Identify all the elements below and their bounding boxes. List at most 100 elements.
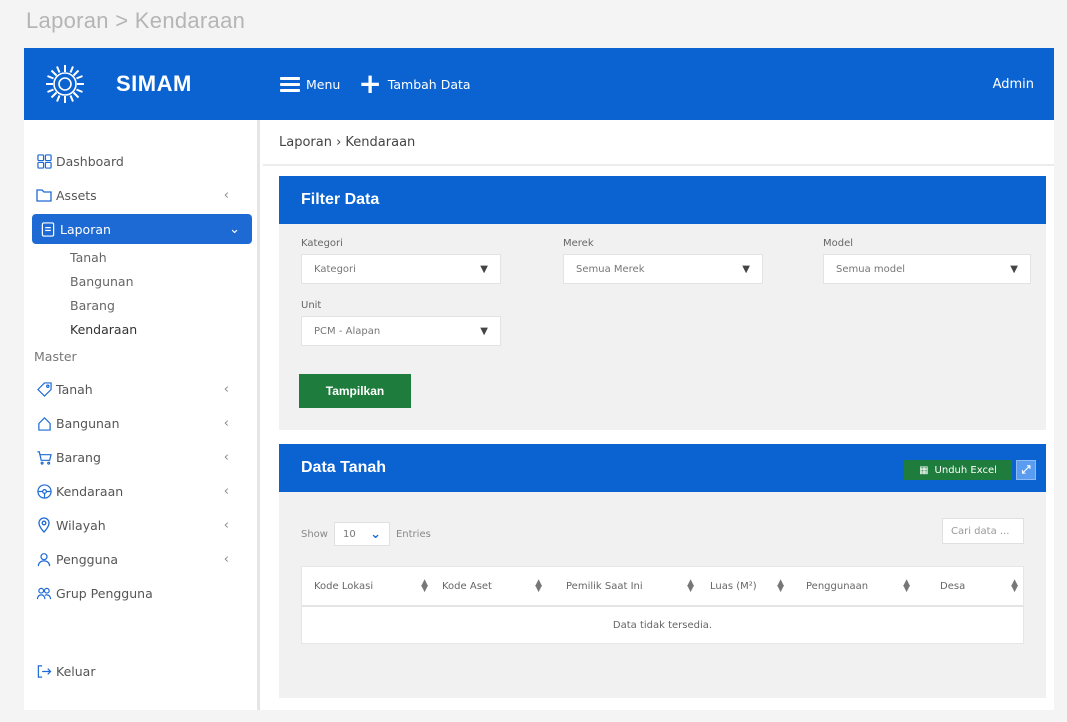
- model-select[interactable]: Semua model ▼: [823, 254, 1031, 284]
- caret-down-icon: ▼: [480, 325, 488, 337]
- sidebar-item-label: Kendaraan: [56, 483, 124, 499]
- app-window: SIMAM Menu + Tambah Data Admin Dashboard: [24, 48, 1054, 710]
- top-bar: Menu + Tambah Data Admin: [260, 48, 1054, 120]
- column-header-kode-aset[interactable]: Kode Aset ▲ ▼: [432, 578, 546, 594]
- filter-card-title: Filter Data: [279, 176, 1046, 224]
- kategori-value: Kategori: [314, 263, 356, 275]
- sidebar: Dashboard Assets ‹ Laporan ⌄ Tanah Bangu…: [24, 120, 260, 710]
- menu-label: Menu: [306, 76, 341, 92]
- chevron-left-icon: ‹: [223, 415, 229, 431]
- column-label: Pemilik Saat Ini: [566, 580, 643, 592]
- location-pin-icon: [36, 517, 52, 533]
- empty-table-message: Data tidak tersedia.: [612, 619, 713, 631]
- column-header-desa[interactable]: Desa ▲ ▼: [914, 579, 1022, 594]
- sidebar-subitem-barang[interactable]: Barang: [24, 294, 257, 318]
- sidebar-item-label: Laporan: [60, 221, 111, 237]
- data-card-title: Data Tanah: [301, 459, 387, 476]
- caret-down-icon: ▼: [1010, 263, 1018, 275]
- chevron-left-icon: ‹: [223, 551, 229, 567]
- sidebar-item-label: Assets: [56, 187, 97, 203]
- column-header-pemilik[interactable]: Pemilik Saat Ini ▲ ▼: [546, 578, 698, 594]
- folder-icon: [36, 187, 52, 203]
- sidebar-item-wilayah[interactable]: Wilayah ‹: [24, 508, 257, 542]
- dashboard-icon: [36, 153, 52, 169]
- column-header-penggunaan[interactable]: Penggunaan ▲ ▼: [788, 578, 914, 594]
- unit-value: PCM - Alapan: [314, 325, 381, 337]
- chevron-left-icon: ‹: [223, 483, 229, 499]
- column-header-luas[interactable]: Luas (M²) ▲ ▼: [698, 578, 788, 594]
- sidebar-subitem-kendaraan[interactable]: Kendaraan: [24, 318, 257, 342]
- caret-down-icon: ▼: [742, 263, 750, 275]
- download-excel-label: Unduh Excel: [934, 464, 997, 476]
- merek-select[interactable]: Semua Merek ▼: [563, 254, 763, 284]
- sidebar-item-dashboard[interactable]: Dashboard: [24, 144, 257, 178]
- sidebar-item-pengguna[interactable]: Pengguna ‹: [24, 542, 257, 576]
- sort-icon: ▲ ▼: [421, 578, 428, 594]
- users-icon: [36, 585, 52, 601]
- unit-label: Unit: [301, 300, 322, 311]
- sort-icon: ▲ ▼: [903, 578, 910, 594]
- sort-icon: ▲ ▼: [687, 578, 694, 594]
- sort-icon: ▲ ▼: [535, 578, 542, 594]
- chevron-down-icon: ⌄: [229, 221, 240, 237]
- sidebar-item-label: Wilayah: [56, 517, 106, 533]
- unit-select[interactable]: PCM - Alapan ▼: [301, 316, 501, 346]
- sidebar-item-label: Dashboard: [56, 153, 124, 169]
- sidebar-item-tanah[interactable]: Tanah ‹: [24, 372, 257, 406]
- page-length-select[interactable]: 10 ⌄: [333, 522, 390, 546]
- column-label: Luas (M²): [710, 580, 757, 592]
- model-value: Semua model: [836, 263, 906, 275]
- emblem-icon: [46, 65, 84, 103]
- report-icon: [40, 221, 56, 237]
- sidebar-item-kendaraan[interactable]: Kendaraan ‹: [24, 474, 257, 508]
- filter-card: Filter Data Kategori Kategori ▼ Merek Se…: [279, 176, 1046, 430]
- chevron-left-icon: ‹: [223, 449, 229, 465]
- expand-button[interactable]: ⤢: [1016, 460, 1036, 480]
- column-label: Kode Aset: [442, 580, 492, 592]
- merek-value: Semua Merek: [576, 263, 645, 275]
- add-data-button[interactable]: + Tambah Data: [358, 67, 471, 100]
- column-label: Penggunaan: [806, 580, 869, 592]
- breadcrumb: Laporan › Kendaraan: [263, 120, 1054, 166]
- sidebar-subitem-bangunan[interactable]: Bangunan: [24, 270, 257, 294]
- page-length-value: 10: [342, 528, 356, 540]
- kategori-select[interactable]: Kategori ▼: [301, 254, 501, 284]
- add-data-label: Tambah Data: [387, 76, 471, 92]
- sidebar-subitem-tanah[interactable]: Tanah: [24, 246, 257, 270]
- cart-icon: [36, 449, 52, 465]
- column-label: Desa: [940, 580, 966, 592]
- data-table: Kode Lokasi ▲ ▼ Kode Aset ▲ ▼ Pemilik Saat…: [301, 566, 1024, 644]
- section-label-master: Master: [34, 349, 77, 364]
- hamburger-icon: [280, 77, 300, 92]
- user-icon: [36, 551, 52, 567]
- menu-button[interactable]: Menu: [280, 77, 340, 92]
- sidebar-item-label: Barang: [56, 449, 101, 465]
- expand-icon: ⤢: [1021, 463, 1031, 476]
- show-label: Show: [301, 528, 328, 540]
- page-length-control: Show 10 ⌄ Entries: [301, 522, 431, 546]
- chevron-left-icon: ‹: [223, 517, 229, 533]
- sort-icon: ▲ ▼: [777, 578, 784, 594]
- brand-name: SIMAM: [116, 71, 192, 96]
- sidebar-item-laporan[interactable]: Laporan ⌄: [32, 214, 252, 244]
- caret-down-icon: ▼: [480, 263, 488, 275]
- steering-wheel-icon: [36, 483, 52, 499]
- page-caption: Laporan > Kendaraan: [26, 8, 246, 33]
- kategori-label: Kategori: [301, 238, 343, 249]
- sidebar-item-bangunan[interactable]: Bangunan ‹: [24, 406, 257, 440]
- download-excel-button[interactable]: ▦ Unduh Excel: [904, 460, 1012, 480]
- tampilkan-button[interactable]: Tampilkan: [299, 374, 411, 408]
- sidebar-item-assets[interactable]: Assets ‹: [24, 178, 257, 212]
- plus-icon: +: [358, 67, 382, 100]
- user-menu[interactable]: Admin: [993, 77, 1034, 92]
- model-label: Model: [823, 238, 854, 249]
- entries-label: Entries: [395, 528, 431, 540]
- sidebar-item-grup-pengguna[interactable]: Grup Pengguna: [24, 576, 257, 610]
- data-card-header: Data Tanah ▦ Unduh Excel ⤢: [279, 444, 1046, 492]
- sidebar-item-barang[interactable]: Barang ‹: [24, 440, 257, 474]
- logout-button[interactable]: Keluar: [24, 654, 95, 688]
- search-input[interactable]: Cari data ...: [942, 518, 1024, 544]
- main-content: Laporan › Kendaraan Filter Data Kategori…: [263, 120, 1054, 710]
- column-header-kode-lokasi[interactable]: Kode Lokasi ▲ ▼: [302, 578, 432, 594]
- sidebar-item-label: Grup Pengguna: [56, 585, 153, 601]
